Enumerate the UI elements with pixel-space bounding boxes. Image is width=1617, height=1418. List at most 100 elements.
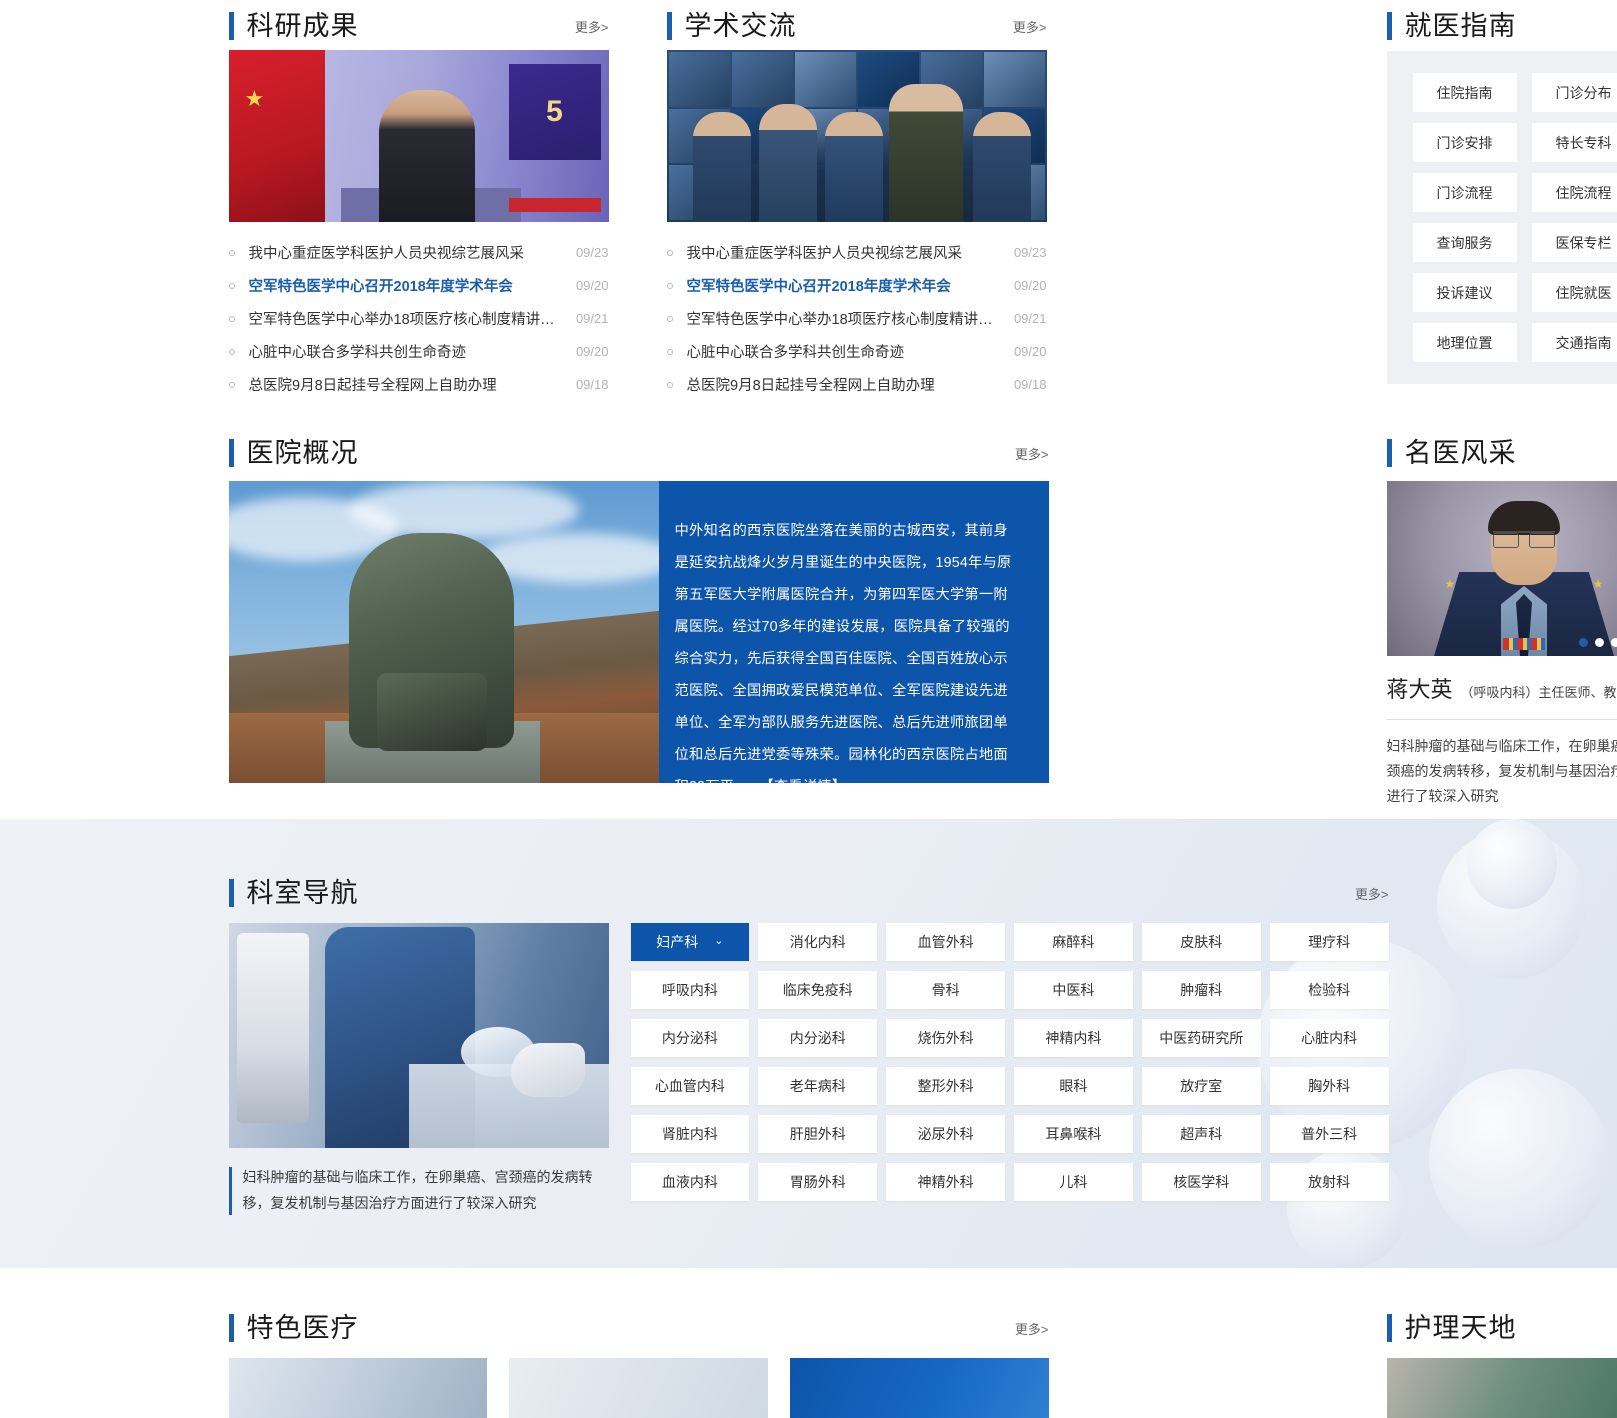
guide-button[interactable]: 住院流程: [1532, 173, 1617, 212]
special-title: 特色医疗: [247, 1315, 359, 1342]
department-button[interactable]: 肝胆外科: [758, 1115, 877, 1153]
department-button[interactable]: 中医药研究所: [1142, 1019, 1261, 1057]
accent-bar-icon: [229, 439, 234, 467]
department-button[interactable]: 心血管内科: [631, 1067, 750, 1105]
department-button[interactable]: 耳鼻喉科: [1014, 1115, 1133, 1153]
gloved-hand-icon: [511, 1043, 585, 1097]
department-button[interactable]: 呼吸内科: [631, 971, 750, 1009]
overview-more-link[interactable]: 更多>: [1015, 444, 1049, 467]
department-button[interactable]: 老年病科: [758, 1067, 877, 1105]
news-item[interactable]: 总医院9月8日起挂号全程网上自助办理 09/18: [229, 368, 609, 401]
department-button[interactable]: 普外三科: [1270, 1115, 1389, 1153]
overview-title-group: 医院概况: [229, 439, 359, 467]
department-button[interactable]: 消化内科: [758, 923, 877, 961]
news-date: 09/20: [1014, 278, 1047, 293]
department-button[interactable]: 检验科: [1270, 971, 1389, 1009]
special-treatment-column: 特色医疗 更多>: [229, 1302, 1049, 1418]
department-button-selected[interactable]: 妇产科 ⌄: [631, 923, 750, 961]
carousel-dot[interactable]: [1579, 638, 1588, 647]
department-button[interactable]: 肾脏内科: [631, 1115, 750, 1153]
news-item[interactable]: 空军特色医学中心举办18项医疗核心制度精讲讲座 09/21: [667, 302, 1047, 335]
guide-button[interactable]: 地理位置: [1413, 323, 1517, 362]
guide-title: 就医指南: [1405, 13, 1517, 40]
guide-button[interactable]: 交通指南: [1532, 323, 1617, 362]
guide-button[interactable]: 投诉建议: [1413, 273, 1517, 312]
news-item[interactable]: 心脏中心联合多学科共创生命奇迹 09/20: [229, 335, 609, 368]
news-item[interactable]: 空军特色医学中心召开2018年度学术年会 09/20: [229, 269, 609, 302]
guide-button[interactable]: 查询服务: [1413, 223, 1517, 262]
guide-button[interactable]: 门诊流程: [1413, 173, 1517, 212]
news-item[interactable]: 我中心重症医学科医护人员央视综艺展风采 09/23: [229, 236, 609, 269]
special-thumbnail[interactable]: [509, 1358, 768, 1418]
department-button[interactable]: 整形外科: [886, 1067, 1005, 1105]
news-item[interactable]: 心脏中心联合多学科共创生命奇迹 09/20: [667, 335, 1047, 368]
nursing-title-group: 护理天地: [1387, 1314, 1517, 1342]
academic-more-link[interactable]: 更多>: [1013, 17, 1047, 40]
guide-button[interactable]: 住院就医: [1532, 273, 1617, 312]
guide-button[interactable]: 医保专栏: [1532, 223, 1617, 262]
department-button[interactable]: 皮肤科: [1142, 923, 1261, 961]
research-more-link[interactable]: 更多>: [575, 17, 609, 40]
accent-bar-icon: [229, 1314, 234, 1342]
accent-bar-icon: [229, 1167, 232, 1215]
department-button[interactable]: 胃肠外科: [758, 1163, 877, 1201]
department-button[interactable]: 放疗室: [1142, 1067, 1261, 1105]
department-button[interactable]: 神精内科: [1014, 1019, 1133, 1057]
bullet-icon: [229, 349, 235, 355]
nursing-thumbnail[interactable]: [1387, 1358, 1617, 1418]
news-item[interactable]: 空军特色医学中心举办18项医疗核心制度精讲讲座 09/21: [229, 302, 609, 335]
department-button[interactable]: 麻醉科: [1014, 923, 1133, 961]
podium-flag-photo: 5: [229, 50, 609, 222]
department-button[interactable]: 烧伤外科: [886, 1019, 1005, 1057]
department-button[interactable]: 核医学科: [1142, 1163, 1261, 1201]
department-button[interactable]: 肿瘤科: [1142, 971, 1261, 1009]
academic-column: 学术交流 更多>: [667, 0, 1047, 401]
department-button[interactable]: 血管外科: [886, 923, 1005, 961]
carousel-dot[interactable]: [1595, 638, 1604, 647]
accent-bar-icon: [1387, 12, 1392, 40]
special-thumbnail[interactable]: [790, 1358, 1049, 1418]
department-button[interactable]: 神精外科: [886, 1163, 1005, 1201]
dept-body: 妇科肿瘤的基础与临床工作，在卵巢癌、宫颈癌的发病转移，复发机制与基因治疗方面进行…: [229, 923, 1389, 1216]
special-thumbnail[interactable]: [229, 1358, 488, 1418]
bullet-icon: [229, 382, 235, 388]
accent-bar-icon: [667, 12, 672, 40]
department-button[interactable]: 血液内科: [631, 1163, 750, 1201]
special-more-link[interactable]: 更多>: [1015, 1319, 1049, 1342]
news-item[interactable]: 总医院9月8日起挂号全程网上自助办理 09/18: [667, 368, 1047, 401]
dept-more-link[interactable]: 更多>: [1355, 884, 1389, 907]
news-item[interactable]: 我中心重症医学科医护人员央视综艺展风采 09/23: [667, 236, 1047, 269]
guide-button[interactable]: 门诊安排: [1413, 123, 1517, 162]
department-button[interactable]: 儿科: [1014, 1163, 1133, 1201]
department-button[interactable]: 泌尿外科: [886, 1115, 1005, 1153]
department-button[interactable]: 临床免疫科: [758, 971, 877, 1009]
department-feature-image[interactable]: [229, 923, 609, 1148]
guide-button[interactable]: 特长专科: [1532, 123, 1617, 162]
department-button[interactable]: 放射科: [1270, 1163, 1389, 1201]
department-button[interactable]: 内分泌科: [631, 1019, 750, 1057]
guide-button[interactable]: 门诊分布: [1532, 73, 1617, 112]
doctor-portrait[interactable]: ★ ★: [1387, 481, 1617, 656]
academic-feature-image[interactable]: [667, 50, 1047, 222]
leader-figure: [889, 84, 963, 222]
carousel-dot[interactable]: [1611, 638, 1617, 647]
department-button[interactable]: 心脏内科: [1270, 1019, 1389, 1057]
dept-left-column: 妇科肿瘤的基础与临床工作，在卵巢癌、宫颈癌的发病转移，复发机制与基因治疗方面进行…: [229, 923, 609, 1216]
department-button[interactable]: 胸外科: [1270, 1067, 1389, 1105]
department-button[interactable]: 骨科: [886, 971, 1005, 1009]
research-feature-image[interactable]: 5: [229, 50, 609, 222]
department-button[interactable]: 理疗科: [1270, 923, 1389, 961]
officer-figure: [693, 112, 751, 222]
guide-button[interactable]: 住院指南: [1413, 73, 1517, 112]
special-title-group: 特色医疗: [229, 1314, 359, 1342]
department-button[interactable]: 眼科: [1014, 1067, 1133, 1105]
officer-figure: [825, 112, 883, 222]
department-button[interactable]: 内分泌科: [758, 1019, 877, 1057]
overview-column: 医院概况 更多> 中外知名的西京医院坐落在美丽的古城西安，其前身是延安抗战烽火岁…: [229, 427, 1049, 783]
news-item[interactable]: 空军特色医学中心召开2018年度学术年会 09/20: [667, 269, 1047, 302]
department-button[interactable]: 中医科: [1014, 971, 1133, 1009]
doctor-meta: （呼吸内科）主任医师、教授: [1461, 682, 1617, 701]
department-button[interactable]: 超声科: [1142, 1115, 1261, 1153]
news-date: 09/20: [576, 278, 609, 293]
overview-detail-link[interactable]: 【查看详情】: [759, 779, 846, 783]
